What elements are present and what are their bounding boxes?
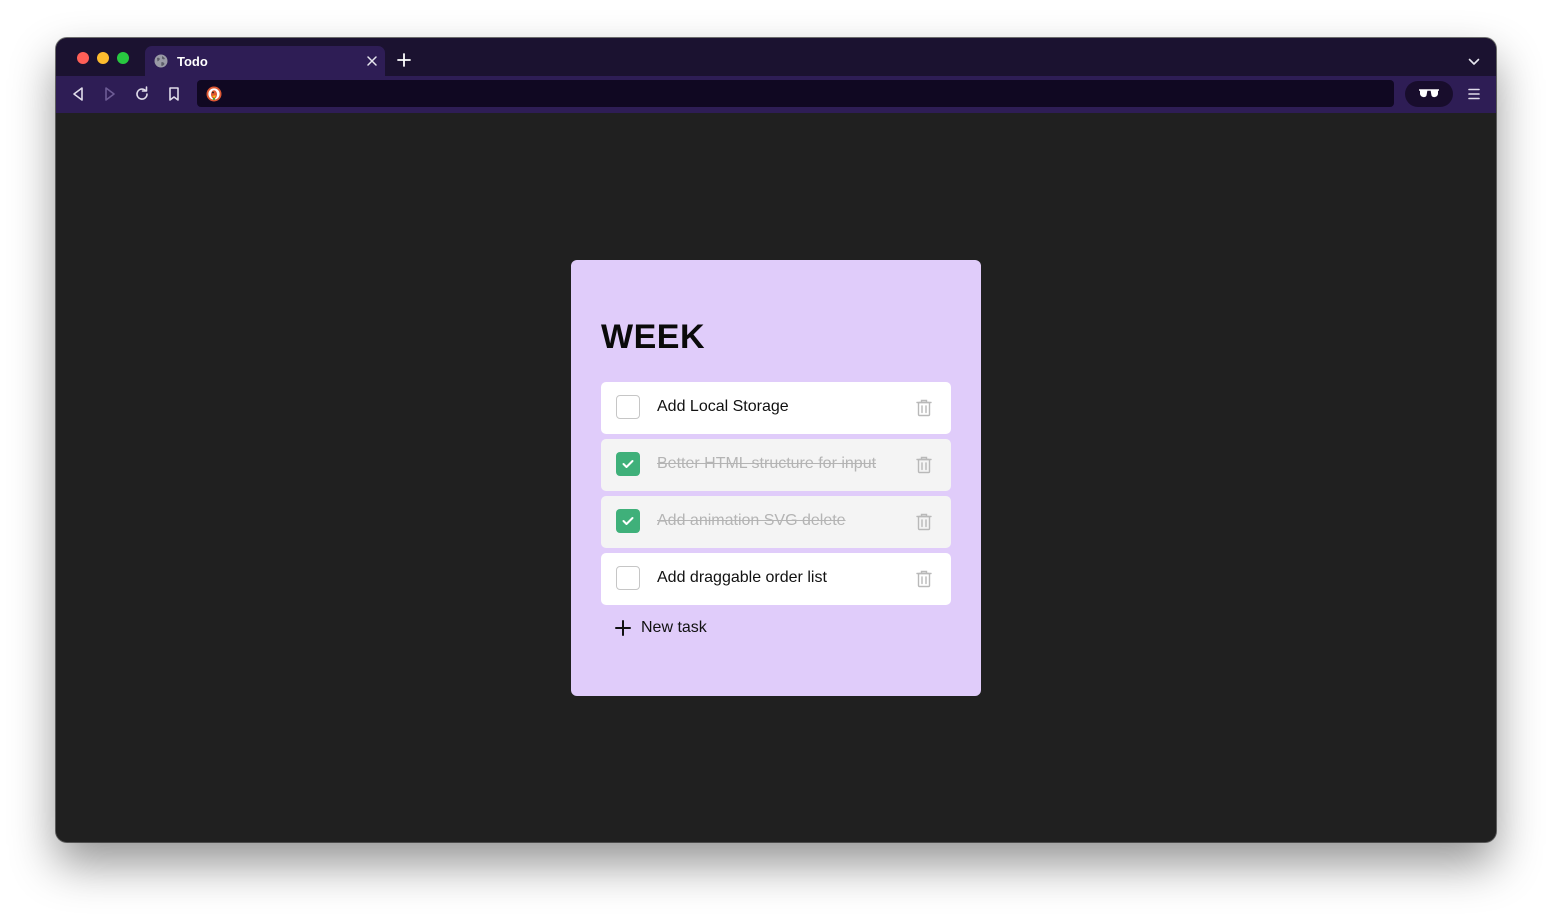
tab-bar: Todo [56, 38, 1496, 76]
trash-icon[interactable] [916, 513, 932, 531]
plus-icon [615, 620, 631, 636]
browser-toolbar [56, 76, 1496, 113]
todo-card: WEEK Add Local Storage Better HTML struc… [571, 260, 981, 696]
check-icon [622, 460, 634, 468]
close-tab-icon[interactable] [365, 54, 379, 68]
duckduckgo-icon [206, 86, 222, 102]
reader-mode-button[interactable] [1405, 81, 1453, 107]
close-window-button[interactable] [77, 52, 89, 64]
task-label[interactable]: Better HTML structure for input [657, 455, 876, 473]
task-list: Add Local Storage Better HTML structure … [601, 382, 951, 610]
tab-title: Todo [177, 54, 208, 69]
minimize-window-button[interactable] [97, 52, 109, 64]
browser-window: Todo WEEK Add Local Storage Better HTML … [56, 38, 1496, 842]
tab-todo[interactable]: Todo [145, 46, 385, 76]
back-icon[interactable] [69, 85, 87, 103]
task-checkbox[interactable] [616, 452, 640, 476]
reload-icon[interactable] [133, 85, 151, 103]
new-task-label: New task [641, 619, 707, 636]
task-checkbox[interactable] [616, 509, 640, 533]
task-item: Better HTML structure for input [601, 439, 951, 491]
chevron-down-icon[interactable] [1468, 54, 1480, 65]
task-label[interactable]: Add draggable order list [657, 569, 827, 587]
list-title: WEEK [601, 318, 705, 356]
task-label[interactable]: Add Local Storage [657, 398, 789, 416]
task-item: Add draggable order list [601, 553, 951, 605]
task-checkbox[interactable] [616, 395, 640, 419]
trash-icon[interactable] [916, 456, 932, 474]
forward-icon[interactable] [101, 85, 119, 103]
task-checkbox[interactable] [616, 566, 640, 590]
check-icon [622, 517, 634, 525]
glasses-icon [1419, 89, 1439, 98]
task-item: Add Local Storage [601, 382, 951, 434]
trash-icon[interactable] [916, 399, 932, 417]
new-tab-icon[interactable] [397, 53, 411, 67]
task-label[interactable]: Add animation SVG delete [657, 512, 846, 530]
task-item: Add animation SVG delete [601, 496, 951, 548]
trash-icon[interactable] [916, 570, 932, 588]
globe-icon [154, 54, 168, 68]
page-content: WEEK Add Local Storage Better HTML struc… [56, 113, 1496, 842]
zoom-window-button[interactable] [117, 52, 129, 64]
hamburger-menu-icon[interactable] [1467, 87, 1481, 101]
bookmark-icon[interactable] [165, 85, 183, 103]
address-bar[interactable] [197, 80, 1394, 107]
